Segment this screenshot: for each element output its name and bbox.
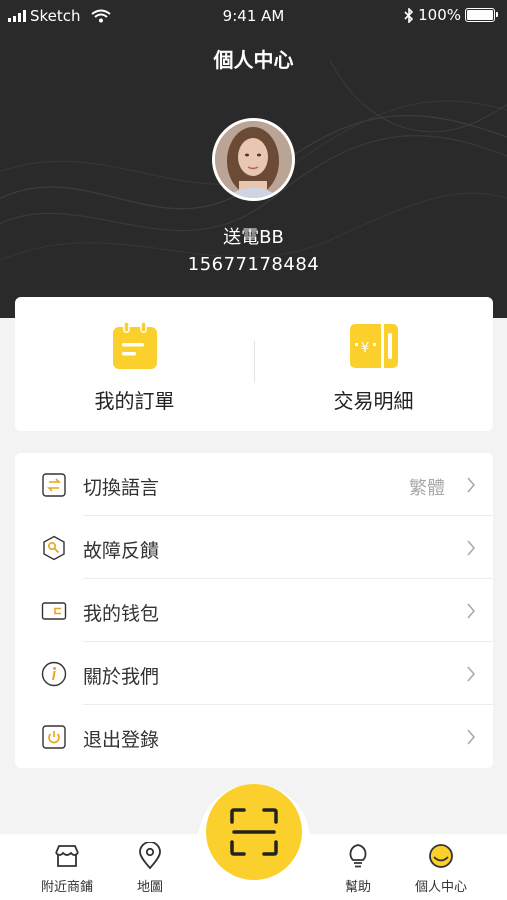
battery-icon	[465, 8, 498, 22]
language-value: 繁體	[409, 478, 445, 499]
svg-text:¥: ¥	[361, 341, 369, 356]
scan-icon	[230, 808, 278, 856]
my-orders-label: 我的訂單	[94, 389, 175, 413]
menu-item-label: 我的钱包	[83, 603, 160, 625]
scan-button[interactable]	[206, 784, 302, 880]
menu-item-label: 關於我們	[83, 666, 160, 688]
chevron-right-icon	[467, 603, 476, 619]
info-icon	[41, 661, 67, 687]
tab-label: 地圖	[136, 880, 163, 895]
order-clipboard-icon	[113, 321, 157, 369]
menu-item-label: 故障反饋	[83, 540, 160, 562]
user-phone: 15677178484	[187, 254, 320, 275]
page-title: 個人中心	[213, 48, 294, 72]
status-bar: Sketch 9:41 AM 100%	[0, 0, 507, 32]
tab-nearby-shops[interactable]: 附近商鋪	[27, 834, 107, 900]
tab-label: 附近商鋪	[40, 880, 93, 895]
chevron-right-icon	[467, 477, 476, 493]
language-switch-icon	[42, 473, 66, 497]
menu-item-label: 退出登錄	[83, 729, 160, 751]
avatar[interactable]	[212, 118, 295, 201]
menu-item-language[interactable]: 切換語言 繁體	[15, 453, 493, 516]
profile-icon	[429, 844, 453, 868]
menu-item-logout[interactable]: 退出登錄	[15, 705, 493, 768]
tab-map[interactable]: 地圖	[110, 834, 190, 900]
bluetooth-icon	[404, 7, 414, 23]
shop-icon	[55, 845, 79, 867]
quick-actions-card: 我的訂單 ¥ 交易明細	[15, 297, 493, 431]
transaction-details-button[interactable]: ¥ 交易明細	[254, 297, 493, 431]
menu-item-label: 切換語言	[83, 477, 160, 499]
chevron-right-icon	[467, 666, 476, 682]
chevron-right-icon	[467, 729, 476, 745]
tab-label: 幫助	[344, 880, 371, 895]
menu-item-wallet[interactable]: 我的钱包	[15, 579, 493, 642]
transaction-details-label: 交易明細	[333, 389, 414, 413]
menu-item-feedback[interactable]: 故障反饋	[15, 516, 493, 579]
power-icon	[42, 725, 66, 749]
feedback-wrench-icon	[43, 535, 65, 561]
tab-label: 個人中心	[414, 880, 467, 895]
wallet-icon	[41, 602, 67, 620]
my-orders-button[interactable]: 我的訂單	[15, 297, 254, 431]
transaction-ticket-icon: ¥	[350, 324, 398, 368]
menu-item-about[interactable]: 關於我們	[15, 642, 493, 705]
map-pin-icon	[139, 842, 161, 870]
settings-menu: 切換語言 繁體 故障反饋 我的钱包 關於我們 退出登錄	[15, 453, 493, 768]
avatar-photo	[215, 121, 292, 198]
status-right: 100%	[404, 6, 498, 24]
lightbulb-icon	[349, 844, 367, 868]
tab-help[interactable]: 幫助	[318, 834, 398, 900]
user-name: 送電BB	[223, 227, 284, 248]
profile-header: Sketch 9:41 AM 100% 個人中心 送電BB 1567717848…	[0, 0, 507, 318]
battery-percent: 100%	[418, 6, 461, 24]
chevron-right-icon	[467, 540, 476, 556]
tab-profile[interactable]: 個人中心	[401, 834, 481, 900]
